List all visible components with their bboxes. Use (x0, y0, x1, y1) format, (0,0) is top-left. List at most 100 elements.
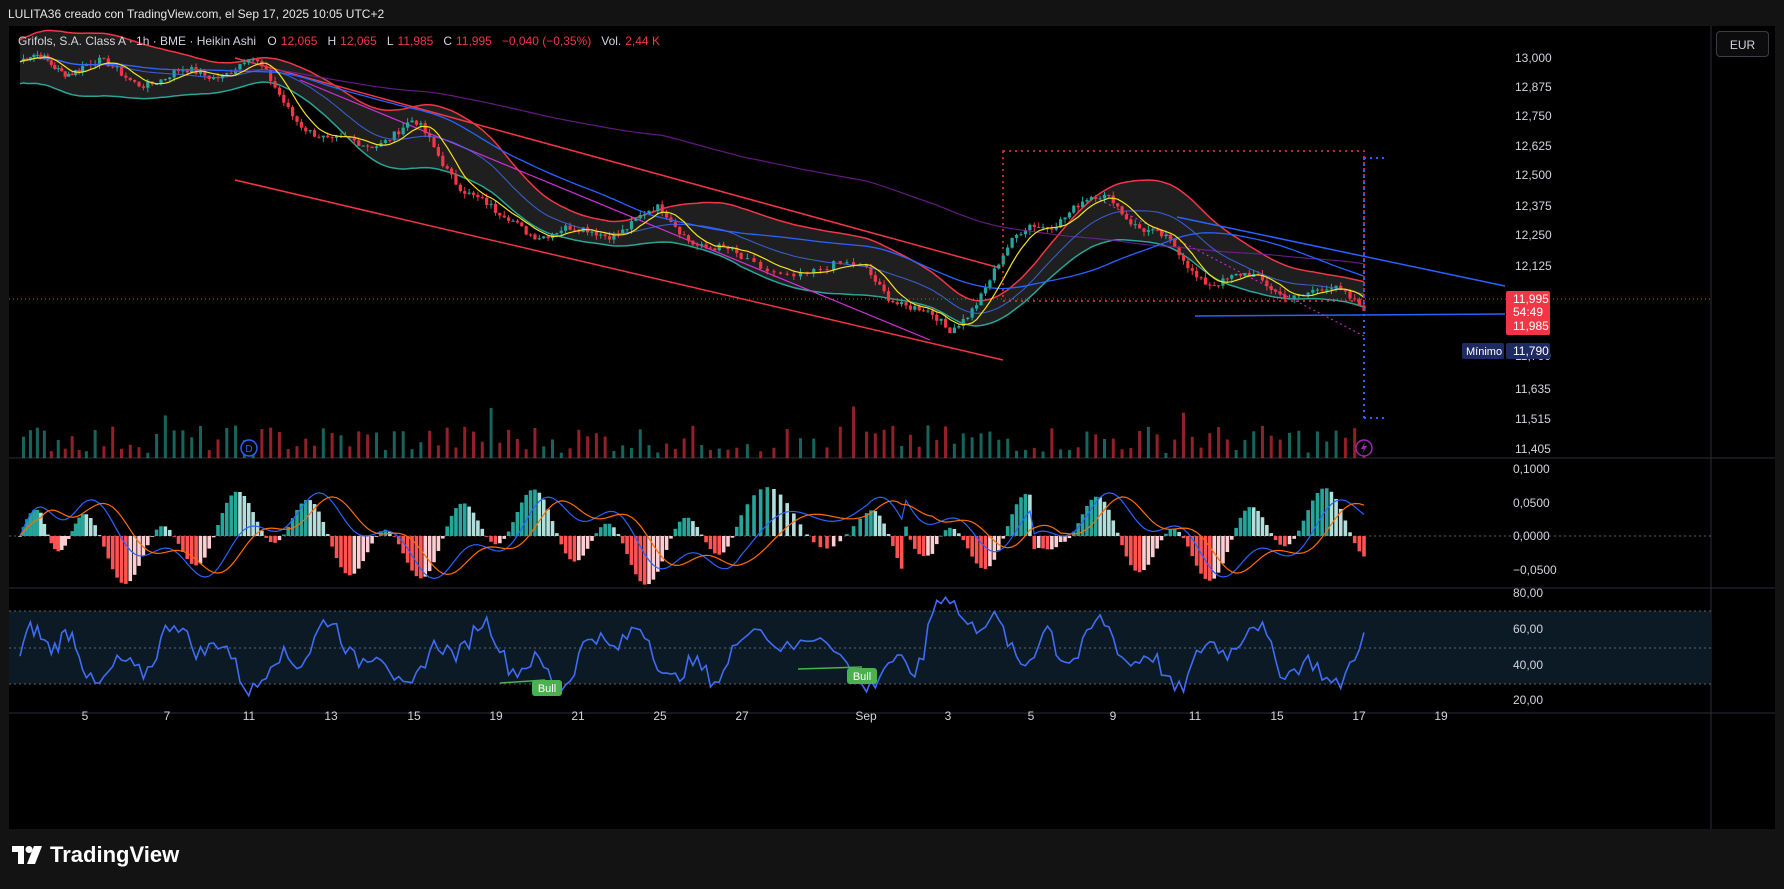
volume-bar (401, 431, 405, 458)
volume-bar (1085, 431, 1089, 458)
macd-histogram-bar (42, 523, 47, 536)
volume-bar (392, 431, 396, 458)
candle-body (133, 80, 137, 82)
candle-body (528, 234, 533, 236)
macd-histogram-bar (585, 536, 590, 549)
macd-histogram-bar (224, 502, 229, 536)
macd-histogram-bar (1221, 536, 1225, 564)
macd-histogram-bar (330, 536, 334, 547)
volume-bar (1076, 447, 1080, 458)
volume-bar (1306, 452, 1310, 458)
macd-histogram-bar (102, 536, 106, 547)
candle-body (374, 146, 379, 149)
candle-body (745, 258, 749, 260)
volume-bar (28, 430, 32, 458)
macd-histogram-bar (1146, 536, 1151, 565)
price-tick: 12,375 (1515, 199, 1552, 213)
candle-body (56, 68, 60, 70)
macd-histogram-bar (1102, 501, 1107, 536)
macd-histogram-bar (1352, 536, 1357, 543)
macd-histogram-bar (1150, 536, 1155, 558)
macd-histogram-bar (59, 536, 64, 551)
candle-body (511, 220, 515, 222)
candle-body (401, 127, 405, 135)
time-tick: 11 (243, 709, 256, 723)
macd-histogram-bar (677, 521, 682, 536)
macd-histogram-bar (268, 536, 273, 543)
volume-bar (56, 439, 60, 458)
volume-bar (198, 426, 202, 458)
dividend-marker[interactable]: D (240, 439, 258, 457)
macd-histogram-bar (1269, 533, 1274, 536)
time-tick: 15 (407, 709, 421, 723)
macd-histogram-bar (577, 536, 581, 561)
macd-histogram-bar (811, 536, 816, 543)
macd-histogram-bar (961, 536, 966, 541)
macd-histogram-bar (414, 536, 419, 577)
volume-bar (1120, 449, 1124, 458)
macd-histogram-bar (97, 535, 102, 536)
flash-icon[interactable] (1355, 439, 1373, 457)
macd-histogram-bar (913, 536, 917, 549)
volume-bar (77, 450, 81, 458)
candle-body (463, 191, 467, 194)
macd-histogram-bar (1287, 536, 1292, 545)
macd-histogram-bar (432, 536, 436, 563)
macd-histogram-bar (695, 527, 700, 536)
currency-button[interactable]: EUR (1716, 31, 1769, 57)
macd-histogram-bar (392, 536, 397, 537)
macd-histogram-bar (792, 513, 796, 536)
candle-body (67, 73, 71, 77)
macd-histogram-bar (739, 515, 743, 536)
macd-histogram-bar (612, 527, 616, 536)
candle-body (295, 116, 299, 122)
candle-body (656, 204, 660, 212)
candle-body (1238, 273, 1243, 276)
candle-body (361, 145, 365, 147)
candle-body (1265, 280, 1269, 287)
macd-histogram-bar (1142, 536, 1146, 571)
candle-body (678, 226, 682, 235)
candle-body (63, 71, 67, 77)
volume-bar (321, 428, 325, 458)
price-tick: 13,000 (1515, 51, 1552, 65)
candle-body (638, 214, 642, 219)
candle-body (436, 147, 441, 156)
macd-histogram-bar (84, 514, 89, 536)
macd-histogram-bar (704, 536, 708, 543)
chart-canvas[interactable]: 13,000 12,875 12,750 12,625 12,500 12,37… (0, 0, 1784, 889)
candle-body (917, 306, 921, 311)
candle-body (542, 236, 546, 239)
candle-body (1014, 234, 1019, 238)
candle-body (1216, 285, 1221, 287)
candle-body (1195, 270, 1199, 278)
legend-change: −0,040 (−0,35%) (501, 34, 592, 48)
macd-histogram-bar (598, 527, 603, 536)
macd-histogram-bar (449, 515, 454, 536)
time-tick: 7 (164, 709, 171, 723)
macd-histogram-bar (106, 536, 111, 559)
candle-body (1292, 295, 1296, 299)
legend-high-value: 12,065 (340, 34, 377, 48)
candle-body (1199, 277, 1203, 279)
volume-bar (225, 427, 229, 458)
tradingview-logo[interactable]: TradingView (12, 842, 179, 868)
candle-body (992, 268, 996, 281)
volume-bar (1217, 427, 1221, 458)
macd-histogram-bar (607, 523, 612, 536)
candle-body (845, 262, 849, 264)
candle-body (1208, 284, 1212, 286)
candle-body (128, 77, 132, 81)
candle-body (1063, 217, 1067, 220)
macd-histogram-bar (851, 526, 856, 536)
candle-body (419, 123, 423, 125)
candle-body (524, 226, 528, 235)
macd-histogram-bar (934, 536, 939, 545)
macd-histogram-bar (882, 523, 886, 536)
candle-body (1111, 195, 1115, 204)
candle-body (878, 281, 882, 285)
volume-bar (926, 425, 930, 458)
volume-bar (700, 445, 704, 458)
symbol-legend: Grifols, S.A. Class A · 1h · BME · Heiki… (18, 34, 666, 48)
volume-bar (454, 447, 458, 458)
